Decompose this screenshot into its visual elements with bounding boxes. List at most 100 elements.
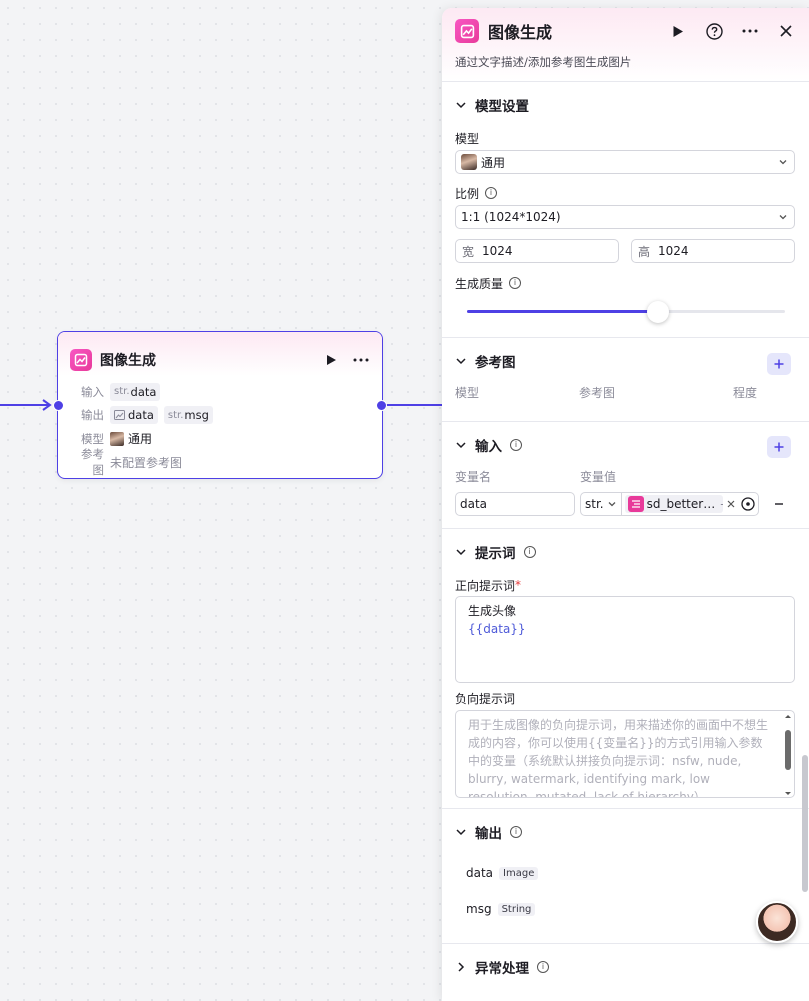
- remove-input-button[interactable]: [774, 499, 784, 509]
- required-mark: *: [515, 578, 522, 592]
- exception-header[interactable]: 异常处理 i: [455, 944, 795, 990]
- add-input-button[interactable]: [767, 436, 791, 458]
- arrow-right-icon: [42, 399, 52, 411]
- model-select[interactable]: 通用: [455, 150, 795, 174]
- model-settings-section: 模型设置 模型 通用 比例 i 1:1 (1024*1024) 宽 1024 高…: [442, 82, 809, 338]
- height-key: 高: [638, 244, 651, 259]
- prompt-header[interactable]: 提示词 i: [455, 529, 795, 575]
- col-reference: 参考图: [579, 385, 616, 400]
- prompt-title: 提示词: [475, 546, 516, 562]
- panel-header: 图像生成 通过文字描述/添加参考图生成图片: [442, 8, 809, 82]
- negative-prompt-label: 负向提示词: [455, 691, 516, 706]
- inputs-section: 输入 i 变量名 变量值 data str. sd_better…: [442, 422, 809, 529]
- help-button[interactable]: [705, 22, 723, 40]
- node-output-row: 输出 data str. msg: [70, 404, 370, 428]
- info-icon[interactable]: i: [510, 439, 522, 451]
- input-variable-row: data str. sd_better… -: [455, 492, 795, 516]
- col-model: 模型: [455, 385, 480, 400]
- workflow-var-icon: [627, 496, 644, 512]
- ratio-label-row: 比例 i: [455, 183, 795, 203]
- var-type-select[interactable]: str.: [585, 493, 622, 515]
- positive-prompt-text: 生成头像: [468, 604, 517, 618]
- add-reference-button[interactable]: [767, 353, 791, 375]
- positive-prompt-textarea[interactable]: 生成头像 {{data}}: [455, 596, 795, 683]
- node-input-key: 输入: [81, 384, 104, 399]
- ratio-label: 比例: [455, 186, 480, 201]
- node-model-key: 模型: [81, 431, 104, 446]
- node-config-panel: 图像生成 通过文字描述/添加参考图生成图片 模型设置 模型 通用 比例 i 1:…: [442, 8, 809, 1001]
- panel-scrollbar[interactable]: [802, 755, 808, 892]
- model-avatar: [110, 431, 124, 446]
- positive-prompt-label: 正向提示词 *: [455, 578, 522, 593]
- play-icon: [673, 25, 683, 37]
- node-model-value: 通用: [128, 432, 153, 447]
- run-node-button[interactable]: [322, 351, 340, 369]
- width-input[interactable]: 宽 1024: [455, 239, 619, 263]
- outputs-header[interactable]: 输出 i: [455, 809, 795, 855]
- output-tag-msg: str. msg: [163, 406, 213, 425]
- chevron-down-icon: [608, 502, 616, 507]
- outputs-section: 输出 i data Image msg String: [442, 809, 809, 944]
- info-icon[interactable]: i: [509, 277, 522, 289]
- prompt-section: 提示词 i 正向提示词 * 生成头像 {{data}} 负向提示词 用于生成图像的…: [442, 529, 809, 809]
- chevron-down-icon: [456, 549, 466, 556]
- variable-picker-button[interactable]: [741, 497, 755, 511]
- panel-run-button[interactable]: [669, 22, 687, 40]
- width-key: 宽: [462, 244, 475, 259]
- plus-icon: [774, 442, 784, 452]
- node-input-row: 输入 str. data: [70, 380, 370, 404]
- reference-title: 参考图: [475, 355, 516, 371]
- height-input[interactable]: 高 1024: [631, 239, 795, 263]
- exception-title: 异常处理: [475, 961, 529, 977]
- image-generation-node[interactable]: 图像生成 输入 str. data 输出 data str. msg 模型 通用…: [57, 331, 383, 479]
- info-icon[interactable]: i: [537, 961, 549, 973]
- var-value-field[interactable]: str. sd_better… -: [580, 492, 759, 516]
- chevron-down-icon: [456, 829, 466, 836]
- close-icon: [780, 25, 792, 37]
- negative-prompt-textarea[interactable]: 用于生成图像的负向提示词，用来描述你的画面中不想生成的内容，你可以使用{{变量名…: [455, 710, 795, 798]
- ratio-select-value: 1:1 (1024*1024): [461, 210, 561, 224]
- node-input-port[interactable]: [53, 400, 64, 411]
- model-label: 模型: [455, 131, 480, 146]
- model-settings-title: 模型设置: [475, 99, 529, 115]
- negative-prompt-placeholder: 用于生成图像的负向提示词，用来描述你的画面中不想生成的内容，你可以使用{{变量名…: [468, 718, 769, 798]
- node-output-port[interactable]: [376, 400, 387, 411]
- textarea-scrollbar[interactable]: [784, 714, 792, 796]
- node-more-button[interactable]: [352, 351, 370, 369]
- slider-fill: [467, 310, 658, 313]
- exception-section: 异常处理 i: [442, 944, 809, 990]
- variable-reference-tag[interactable]: sd_better… -: [624, 495, 723, 513]
- image-gen-icon: [70, 349, 92, 371]
- input-tag: str. data: [110, 382, 161, 401]
- col-var-value: 变量值: [580, 469, 617, 484]
- image-icon: [114, 410, 125, 421]
- help-icon: [705, 22, 723, 40]
- chevron-right-icon: [458, 962, 465, 972]
- info-icon[interactable]: i: [485, 187, 498, 199]
- model-select-value: 通用: [481, 155, 506, 170]
- inputs-header[interactable]: 输入 i: [455, 422, 795, 468]
- col-var-name: 变量名: [455, 469, 492, 484]
- slider-handle[interactable]: [646, 301, 669, 323]
- chevron-down-icon: [779, 215, 787, 220]
- chevron-down-icon: [456, 442, 466, 449]
- var-name-input[interactable]: data: [455, 492, 575, 516]
- info-icon[interactable]: i: [510, 826, 522, 838]
- info-icon[interactable]: i: [523, 546, 536, 558]
- quality-slider[interactable]: [467, 301, 785, 323]
- panel-more-button[interactable]: [741, 22, 759, 40]
- ratio-select[interactable]: 1:1 (1024*1024): [455, 205, 795, 229]
- width-value: 1024: [482, 244, 513, 258]
- outputs-title: 输出: [475, 826, 502, 842]
- node-ref-value: 未配置参考图: [110, 455, 183, 470]
- reference-header[interactable]: 参考图: [455, 338, 795, 384]
- node-model-row: 模型 通用: [70, 427, 370, 451]
- panel-description: 通过文字描述/添加参考图生成图片: [455, 55, 632, 69]
- close-button[interactable]: [777, 22, 795, 40]
- type-badge: String: [497, 902, 536, 916]
- model-settings-header[interactable]: 模型设置: [455, 82, 795, 128]
- target-icon: [741, 497, 755, 511]
- remove-ref-button[interactable]: [727, 500, 735, 508]
- node-output-key: 输出: [81, 408, 104, 423]
- assistant-avatar-button[interactable]: [756, 901, 798, 943]
